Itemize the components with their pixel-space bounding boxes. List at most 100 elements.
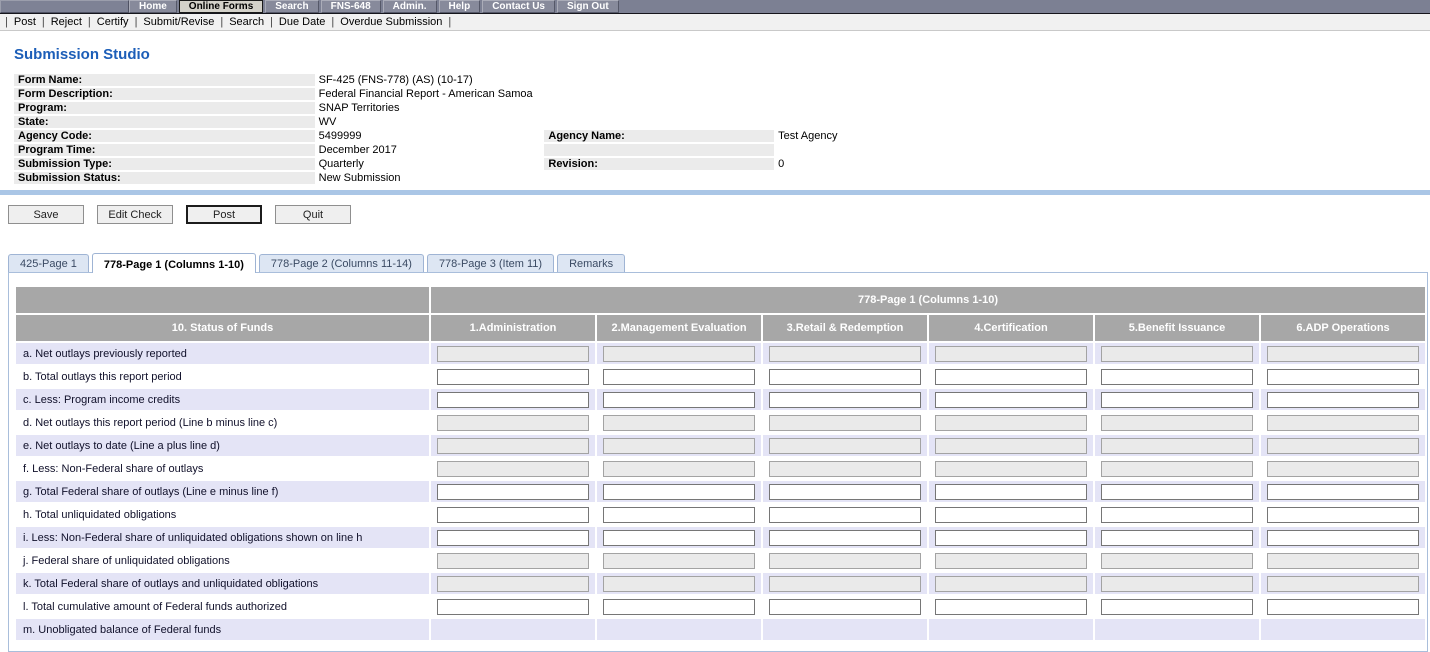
action-link-reject[interactable]: Reject: [51, 16, 82, 28]
grid-cell: [1095, 619, 1259, 640]
grid-cell: [1261, 366, 1425, 387]
input-l-c2[interactable]: [603, 598, 755, 615]
input-i-c6[interactable]: [1267, 529, 1419, 546]
nav-button-contact-us[interactable]: Contact Us: [482, 0, 555, 13]
tab-remarks[interactable]: Remarks: [557, 254, 626, 272]
grid-cell: [929, 343, 1093, 364]
input-l-c5[interactable]: [1101, 598, 1253, 615]
nav-button-search[interactable]: Search: [265, 0, 319, 13]
grid-cell: [597, 435, 761, 456]
action-link-overdue-submission[interactable]: Overdue Submission: [340, 16, 442, 28]
input-f-c6: [1267, 460, 1419, 477]
grid-cell: [1261, 343, 1425, 364]
tab-778-page-1-columns-1-10[interactable]: 778-Page 1 (Columns 1-10): [91, 253, 256, 273]
grid-row-f: f. Less: Non-Federal share of outlays: [16, 458, 1425, 479]
quit-button[interactable]: Quit: [275, 205, 351, 224]
input-a-c5: [1101, 345, 1253, 362]
nav-button-help[interactable]: Help: [438, 0, 481, 13]
action-link-search[interactable]: Search: [229, 16, 264, 28]
row-label: i. Less: Non-Federal share of unliquidat…: [16, 527, 429, 548]
grid-cell: [597, 596, 761, 617]
input-b-c3[interactable]: [769, 368, 921, 385]
nav-button-fns-648[interactable]: FNS-648: [320, 0, 381, 13]
input-c-c6[interactable]: [1267, 391, 1419, 408]
column-header-4-certification: 4.Certification: [929, 315, 1093, 341]
input-l-c6[interactable]: [1267, 598, 1419, 615]
input-c-c5[interactable]: [1101, 391, 1253, 408]
nav-button-online-forms[interactable]: Online Forms: [178, 0, 264, 13]
post-button[interactable]: Post: [186, 205, 262, 224]
input-h-c1[interactable]: [437, 506, 589, 523]
input-g-c6[interactable]: [1267, 483, 1419, 500]
input-f-c4: [935, 460, 1087, 477]
save-button[interactable]: Save: [8, 205, 84, 224]
grid-cell: [1095, 412, 1259, 433]
row-label: f. Less: Non-Federal share of outlays: [16, 458, 429, 479]
separator: |: [220, 16, 224, 28]
input-b-c2[interactable]: [603, 368, 755, 385]
input-h-c3[interactable]: [769, 506, 921, 523]
input-h-c5[interactable]: [1101, 506, 1253, 523]
tab-778-page-2-columns-11-14[interactable]: 778-Page 2 (Columns 11-14): [258, 254, 424, 272]
top-nav-bar: Home Online Forms Search FNS-648 Admin. Help C…: [0, 0, 1430, 14]
input-c-c3[interactable]: [769, 391, 921, 408]
input-j-c2: [603, 552, 755, 569]
input-g-c3[interactable]: [769, 483, 921, 500]
input-h-c2[interactable]: [603, 506, 755, 523]
toolbar: Save Edit Check Post Quit: [8, 205, 1430, 224]
tab-425-page-1[interactable]: 425-Page 1: [8, 254, 89, 272]
column-header-status-of-funds: 10. Status of Funds: [16, 315, 429, 341]
action-link-due-date[interactable]: Due Date: [279, 16, 325, 28]
input-l-c1[interactable]: [437, 598, 589, 615]
input-c-c1[interactable]: [437, 391, 589, 408]
tab-778-page-3-item-11[interactable]: 778-Page 3 (Item 11): [426, 254, 555, 272]
input-i-c2[interactable]: [603, 529, 755, 546]
input-i-c4[interactable]: [935, 529, 1087, 546]
grid-cell: [431, 366, 595, 387]
grid-cell: [1261, 412, 1425, 433]
input-i-c3[interactable]: [769, 529, 921, 546]
action-link-certify[interactable]: Certify: [97, 16, 129, 28]
grid-cell: [431, 458, 595, 479]
input-b-c4[interactable]: [935, 368, 1087, 385]
detail-row-form-name: Form Name: SF-425 (FNS-778) (AS) (10-17): [14, 74, 1004, 86]
row-label: k. Total Federal share of outlays and un…: [16, 573, 429, 594]
nav-button-home[interactable]: Home: [129, 0, 177, 13]
detail-label: Form Description:: [14, 88, 315, 100]
input-c-c4[interactable]: [935, 391, 1087, 408]
input-b-c1[interactable]: [437, 368, 589, 385]
input-g-c4[interactable]: [935, 483, 1087, 500]
input-k-c5: [1101, 575, 1253, 592]
input-l-c3[interactable]: [769, 598, 921, 615]
input-h-c4[interactable]: [935, 506, 1087, 523]
action-link-submit-revise[interactable]: Submit/Revise: [143, 16, 214, 28]
row-label: m. Unobligated balance of Federal funds: [16, 619, 429, 640]
edit-check-button[interactable]: Edit Check: [97, 205, 173, 224]
input-h-c6[interactable]: [1267, 506, 1419, 523]
nav-button-admin[interactable]: Admin.: [382, 0, 437, 13]
nav-button-sign-out[interactable]: Sign Out: [556, 0, 619, 13]
grid-cell: [431, 343, 595, 364]
input-i-c1[interactable]: [437, 529, 589, 546]
grid-cell: [1261, 550, 1425, 571]
detail-row-form-description: Form Description: Federal Financial Repor…: [14, 88, 1004, 100]
input-l-c4[interactable]: [935, 598, 1087, 615]
top-nav-spacer: [0, 0, 129, 13]
input-e-c6: [1267, 437, 1419, 454]
grid-group-title: 778-Page 1 (Columns 1-10): [431, 287, 1425, 313]
input-c-c2[interactable]: [603, 391, 755, 408]
input-f-c3: [769, 460, 921, 477]
input-g-c5[interactable]: [1101, 483, 1253, 500]
action-link-post[interactable]: Post: [14, 16, 36, 28]
input-g-c2[interactable]: [603, 483, 755, 500]
grid-cell: [1095, 573, 1259, 594]
input-j-c4: [935, 552, 1087, 569]
input-b-c6[interactable]: [1267, 368, 1419, 385]
grid-row-j: j. Federal share of unliquidated obligat…: [16, 550, 1425, 571]
grid-cell: [1261, 596, 1425, 617]
grid-row-d: d. Net outlays this report period (Line …: [16, 412, 1425, 433]
input-g-c1[interactable]: [437, 483, 589, 500]
input-b-c5[interactable]: [1101, 368, 1253, 385]
input-i-c5[interactable]: [1101, 529, 1253, 546]
grid-cell: [431, 412, 595, 433]
